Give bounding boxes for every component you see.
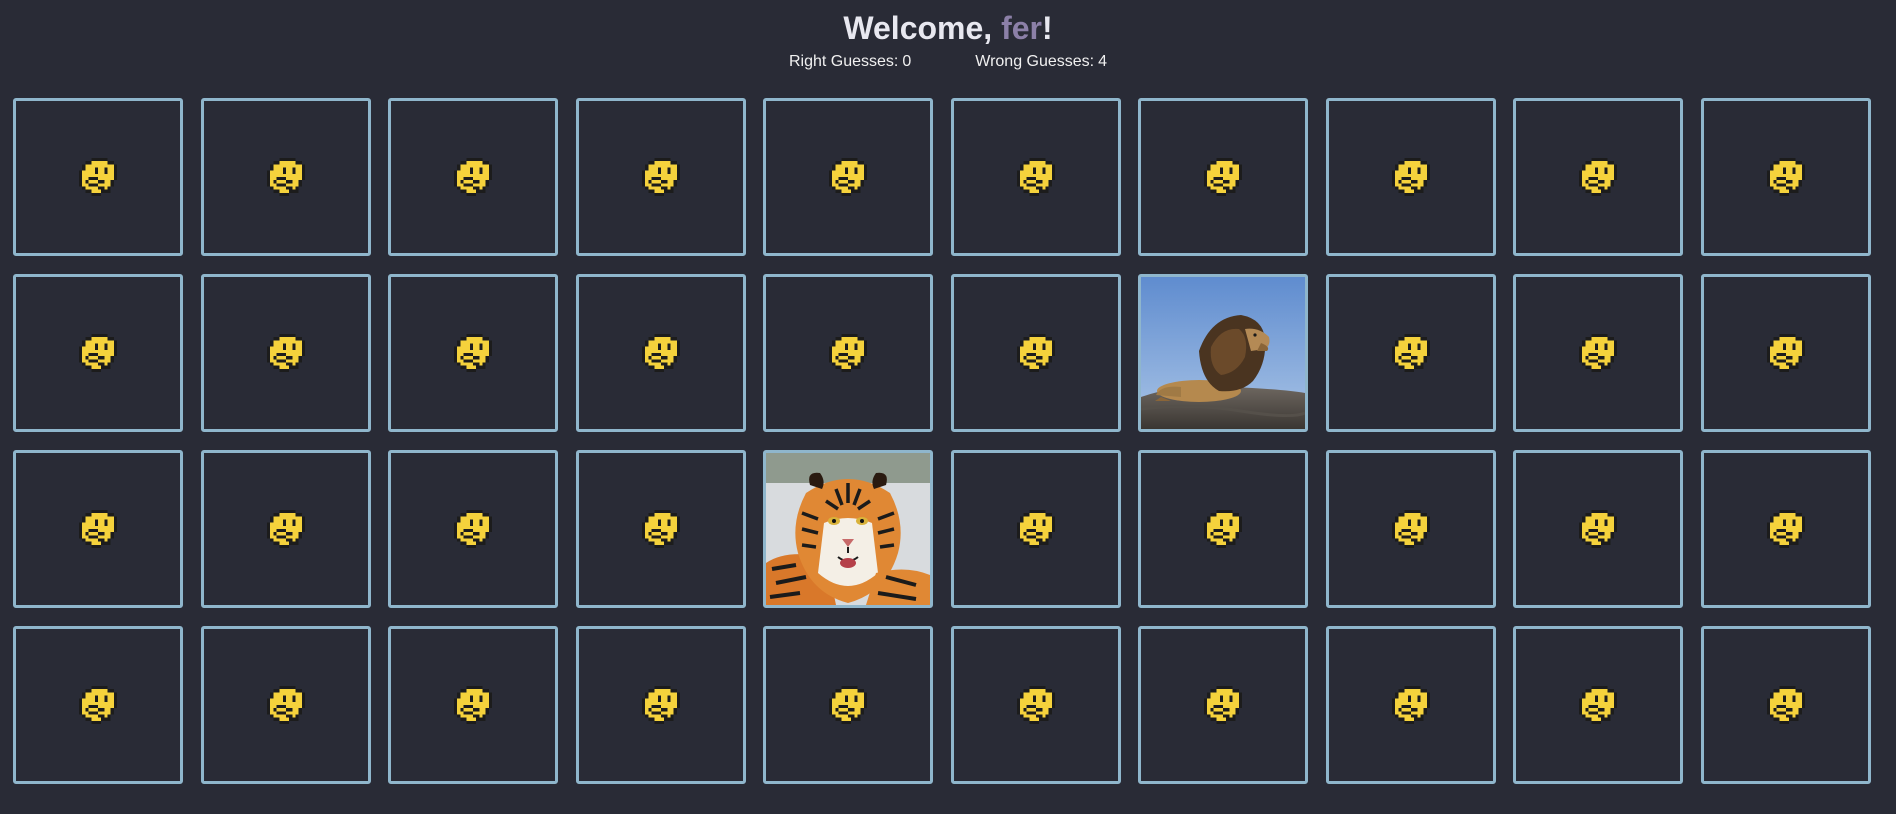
welcome-suffix: ! [1041, 10, 1053, 46]
thinking-face-icon [454, 334, 492, 372]
card-hidden[interactable] [950, 98, 1121, 256]
card-hidden[interactable] [388, 626, 558, 784]
thinking-face-icon [1204, 686, 1242, 724]
lion-image [1141, 277, 1305, 429]
card-hidden[interactable] [575, 626, 746, 784]
card-hidden[interactable] [200, 450, 371, 608]
thinking-face-icon [454, 158, 492, 196]
tiger-image [766, 453, 930, 605]
thinking-face-icon [1204, 158, 1242, 196]
thinking-face-icon [829, 158, 867, 196]
thinking-face-icon [829, 334, 867, 372]
card-hidden[interactable] [1513, 274, 1683, 432]
thinking-face-icon [1579, 686, 1617, 724]
right-guesses-value: 0 [902, 53, 912, 70]
right-guesses-label: Right Guesses: [788, 53, 899, 70]
card-hidden[interactable] [1700, 98, 1871, 256]
welcome-title: Welcome, fer! [0, 8, 1896, 48]
card-revealed-tiger[interactable] [763, 450, 933, 608]
thinking-face-icon [266, 334, 305, 372]
thinking-face-icon [1016, 686, 1055, 724]
card-hidden[interactable] [13, 274, 183, 432]
card-revealed-lion[interactable] [1138, 274, 1308, 432]
thinking-face-icon [1016, 510, 1055, 548]
welcome-prefix: Welcome, [843, 10, 1002, 46]
thinking-face-icon [454, 686, 492, 724]
card-hidden[interactable] [575, 450, 746, 608]
thinking-face-icon [641, 686, 680, 724]
thinking-face-icon [1579, 510, 1617, 548]
card-hidden[interactable] [13, 98, 183, 256]
card-hidden[interactable] [1325, 98, 1496, 256]
card-hidden[interactable] [763, 274, 933, 432]
thinking-face-icon [641, 158, 680, 196]
thinking-face-icon [1766, 334, 1805, 372]
card-hidden[interactable] [1513, 626, 1683, 784]
card-hidden[interactable] [1513, 98, 1683, 256]
thinking-face-icon [79, 686, 117, 724]
thinking-face-icon [454, 510, 492, 548]
card-hidden[interactable] [1138, 626, 1308, 784]
card-hidden[interactable] [1700, 626, 1871, 784]
thinking-face-icon [1766, 686, 1805, 724]
thinking-face-icon [641, 334, 680, 372]
card-hidden[interactable] [1138, 98, 1308, 256]
card-hidden[interactable] [950, 450, 1121, 608]
thinking-face-icon [1016, 334, 1055, 372]
card-hidden[interactable] [1138, 450, 1308, 608]
thinking-face-icon [1391, 334, 1430, 372]
card-hidden[interactable] [1700, 450, 1871, 608]
card-hidden[interactable] [1513, 450, 1683, 608]
card-hidden[interactable] [1325, 274, 1496, 432]
card-hidden[interactable] [1700, 274, 1871, 432]
thinking-face-icon [829, 686, 867, 724]
score-stats: Right Guesses: 0 Wrong Guesses: 4 [0, 52, 1896, 72]
card-hidden[interactable] [763, 626, 933, 784]
card-hidden[interactable] [763, 98, 933, 256]
thinking-face-icon [266, 510, 305, 548]
thinking-face-icon [1391, 686, 1430, 724]
card-hidden[interactable] [388, 450, 558, 608]
thinking-face-icon [1579, 334, 1617, 372]
thinking-face-icon [1204, 510, 1242, 548]
card-hidden[interactable] [1325, 626, 1496, 784]
thinking-face-icon [266, 158, 305, 196]
thinking-face-icon [1391, 158, 1430, 196]
thinking-face-icon [1016, 158, 1055, 196]
thinking-face-icon [266, 686, 305, 724]
wrong-guesses-label: Wrong Guesses: [975, 53, 1095, 70]
thinking-face-icon [79, 510, 117, 548]
card-hidden[interactable] [575, 98, 746, 256]
card-hidden[interactable] [950, 274, 1121, 432]
card-hidden[interactable] [200, 98, 371, 256]
thinking-face-icon [641, 510, 680, 548]
thinking-face-icon [1766, 158, 1805, 196]
thinking-face-icon [1391, 510, 1430, 548]
thinking-face-icon [1579, 158, 1617, 196]
wrong-guesses: Wrong Guesses: 4 [975, 52, 1107, 72]
card-hidden[interactable] [575, 274, 746, 432]
card-hidden[interactable] [200, 274, 371, 432]
thinking-face-icon [1766, 510, 1805, 548]
card-board [13, 98, 1871, 784]
card-hidden[interactable] [388, 274, 558, 432]
card-hidden[interactable] [13, 450, 183, 608]
card-hidden[interactable] [13, 626, 183, 784]
card-hidden[interactable] [200, 626, 371, 784]
thinking-face-icon [79, 158, 117, 196]
card-hidden[interactable] [388, 98, 558, 256]
wrong-guesses-value: 4 [1098, 53, 1108, 70]
username: fer [1001, 10, 1042, 46]
right-guesses: Right Guesses: 0 [789, 52, 911, 72]
card-hidden[interactable] [1325, 450, 1496, 608]
card-hidden[interactable] [950, 626, 1121, 784]
thinking-face-icon [79, 334, 117, 372]
